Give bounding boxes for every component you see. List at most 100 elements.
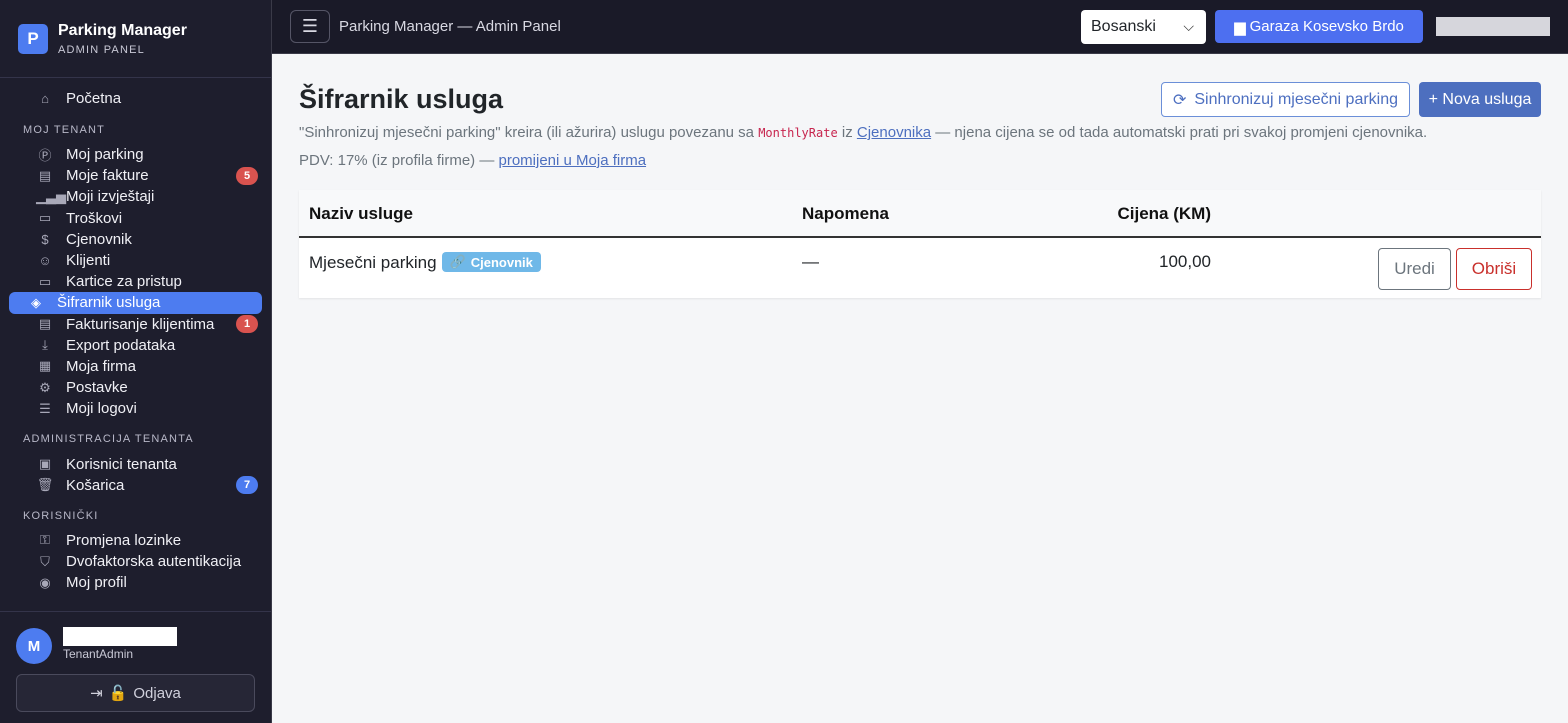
sidebar-item-label: Moja firma bbox=[66, 357, 137, 375]
sidebar-item-label: Promjena lozinke bbox=[66, 531, 182, 549]
sidebar-item-troskovi[interactable]: ▭ Troškovi bbox=[9, 208, 262, 229]
sidebar-item-postavke[interactable]: ⚙ Postavke bbox=[9, 377, 262, 398]
note-cell: — bbox=[802, 252, 819, 271]
logout-icon: ⇥ bbox=[90, 685, 103, 702]
chart-icon: ▁▃▅ bbox=[36, 188, 66, 204]
table-row: Mjesečni parking 🔗 Cjenovnik — 100,00 Ured… bbox=[299, 238, 1541, 298]
moja-firma-link[interactable]: promijeni u Moja firma bbox=[499, 152, 647, 169]
sync-label: Sinhronizuj mjesečni parking bbox=[1194, 90, 1399, 108]
log-icon: ☰ bbox=[39, 400, 51, 416]
invoice-icon: ▤ bbox=[38, 167, 52, 183]
garage-icon: ▆ bbox=[1234, 18, 1246, 36]
sidebar-item-label: Postavke bbox=[66, 379, 128, 397]
parking-icon: Ⓟ bbox=[38, 148, 52, 164]
cjenovnik-link[interactable]: Cjenovnika bbox=[857, 124, 931, 141]
count-badge: 5 bbox=[236, 166, 258, 185]
column-header-note: Napomena bbox=[802, 204, 889, 223]
services-table: Naziv usluge Napomena Cijena (KM) Mjeseč… bbox=[299, 190, 1541, 298]
sidebar-item-label: Fakturisanje klijentima bbox=[66, 315, 215, 333]
sidebar-item-label: Dvofaktorska autentikacija bbox=[66, 553, 242, 571]
service-name: Mjesečni parking bbox=[309, 253, 437, 272]
sidebar-item-moji-izvjestaji[interactable]: ▁▃▅ Moji izvještaji bbox=[9, 186, 262, 207]
pdv-text: PDV: 17% (iz profila firme) — bbox=[299, 152, 495, 169]
sidebar-item-moje-fakture[interactable]: ▤ Moje fakture 5 bbox=[9, 165, 262, 186]
sidebar-item-label: Početna bbox=[66, 89, 122, 107]
sidebar-item-klijenti[interactable]: ☺ Klijenti bbox=[9, 250, 262, 271]
brand[interactable]: P Parking Manager ADMIN PANEL bbox=[0, 0, 271, 78]
sidebar-item-moj-profil[interactable]: ◉ Moj profil bbox=[9, 572, 262, 593]
sidebar-item-sifrarnik-usluga[interactable]: ◈ Šifrarnik usluga bbox=[9, 292, 262, 314]
brand-title: Parking Manager bbox=[58, 21, 187, 39]
topbar: ☰ Parking Manager — Admin Panel Bosanski… bbox=[272, 0, 1568, 54]
sidebar-item-kartice[interactable]: ▭ Kartice za pristup bbox=[9, 271, 262, 292]
section-title-korisnicki: KORISNIČKI bbox=[23, 509, 99, 522]
sidebar-item-promjena-lozinke[interactable]: ⚿ Promjena lozinke bbox=[9, 530, 262, 551]
sidebar-item-fakturisanje[interactable]: ▤ Fakturisanje klijentima 1 bbox=[9, 314, 262, 335]
logout-button[interactable]: ⇥ 🔓 Odjava bbox=[16, 674, 255, 712]
user-badge-icon: ▣ bbox=[38, 456, 52, 472]
sidebar-item-label: Cjenovnik bbox=[66, 230, 132, 248]
description: "Sinhronizuj mjesečni parking" kreira (i… bbox=[299, 124, 1427, 141]
section-title-moj-tenant: MOJ TENANT bbox=[23, 124, 106, 136]
sidebar-item-moja-firma[interactable]: ▦ Moja firma bbox=[9, 356, 262, 377]
sidebar-item-export[interactable]: ⤓ Export podataka bbox=[9, 335, 262, 356]
logout-label: Odjava bbox=[133, 684, 181, 702]
language-select[interactable]: Bosanski ⌵ bbox=[1081, 10, 1206, 44]
garage-label: Garaza Kosevsko Brdo bbox=[1249, 18, 1404, 35]
lock-icon: 🔓 bbox=[108, 685, 128, 702]
chevron-down-icon: ⌵ bbox=[1183, 18, 1194, 34]
brand-logo: P bbox=[18, 23, 48, 54]
sync-icon: ⟳ bbox=[1172, 91, 1187, 109]
sidebar-item-2fa[interactable]: ⛉ Dvofaktorska autentikacija bbox=[9, 551, 262, 572]
card-icon: ▭ bbox=[38, 273, 52, 289]
user-name-redacted bbox=[63, 627, 177, 646]
people-icon: ☺ bbox=[38, 253, 52, 269]
column-header-name: Naziv usluge bbox=[309, 204, 413, 223]
shield-icon: ⛉ bbox=[40, 553, 50, 569]
home-icon: ⌂ bbox=[41, 90, 49, 106]
sidebar-item-label: Košarica bbox=[66, 476, 125, 494]
cash-icon: ▭ bbox=[38, 210, 52, 226]
gear-icon: ⚙ bbox=[39, 379, 51, 395]
sync-monthly-parking-button[interactable]: ⟳ Sinhronizuj mjesečni parking bbox=[1161, 82, 1410, 117]
desc-code: MonthlyRate bbox=[758, 126, 838, 140]
sidebar-item-label: Moji izvještaji bbox=[66, 188, 155, 206]
user-box: M TenantAdmin ⇥ 🔓 Odjava bbox=[0, 611, 271, 723]
sidebar-item-label: Moje fakture bbox=[66, 167, 149, 185]
desc-text-1: "Sinhronizuj mjesečni parking" kreira (i… bbox=[299, 124, 755, 141]
receipt-icon: ▤ bbox=[38, 316, 52, 332]
page-title: Šifrarnik usluga bbox=[299, 84, 504, 114]
sidebar-item-label: Šifrarnik usluga bbox=[57, 294, 161, 312]
user-role: TenantAdmin bbox=[63, 647, 134, 661]
column-header-price: Cijena (KM) bbox=[1117, 204, 1212, 223]
sidebar-nav: ⌂ Početna MOJ TENANT Ⓟ Moj parking ▤ Moj… bbox=[0, 86, 271, 593]
sidebar-item-label: Troškovi bbox=[66, 209, 123, 227]
person-circle-icon: ◉ bbox=[39, 574, 51, 590]
sidebar-item-pocetna[interactable]: ⌂ Početna bbox=[9, 86, 262, 110]
coins-icon: $ bbox=[41, 231, 49, 247]
link-icon: 🔗 bbox=[449, 254, 466, 269]
delete-button[interactable]: Obriši bbox=[1456, 248, 1532, 290]
sidebar-item-cjenovnik[interactable]: $ Cjenovnik bbox=[9, 229, 262, 250]
menu-toggle-button[interactable]: ☰ bbox=[290, 10, 330, 43]
sidebar-item-label: Moji logovi bbox=[66, 400, 137, 418]
table-header: Naziv usluge Napomena Cijena (KM) bbox=[299, 190, 1541, 238]
trash-icon: 🗑 bbox=[36, 477, 54, 493]
garage-button[interactable]: ▆ Garaza Kosevsko Brdo bbox=[1215, 10, 1423, 43]
sidebar-item-label: Kartice za pristup bbox=[66, 273, 182, 291]
brand-subtitle: ADMIN PANEL bbox=[58, 43, 145, 56]
topbar-user-redacted[interactable] bbox=[1436, 17, 1550, 36]
topbar-title: Parking Manager — Admin Panel bbox=[339, 18, 561, 35]
desc-text-3: — njena cijena se od tada automatski pra… bbox=[935, 124, 1428, 141]
sidebar-item-label: Moj parking bbox=[66, 146, 144, 164]
sidebar-item-moji-logovi[interactable]: ☰ Moji logovi bbox=[9, 398, 262, 419]
cjenovnik-tag: 🔗 Cjenovnik bbox=[441, 252, 541, 272]
edit-button[interactable]: Uredi bbox=[1378, 248, 1451, 290]
sidebar-item-korisnici-tenanta[interactable]: ▣ Korisnici tenanta bbox=[9, 453, 262, 474]
language-value: Bosanski bbox=[1091, 18, 1156, 35]
count-badge: 1 bbox=[236, 315, 258, 334]
new-service-button[interactable]: + Nova usluga bbox=[1419, 82, 1541, 117]
sidebar-item-kosarica[interactable]: 🗑 Košarica 7 bbox=[9, 475, 262, 496]
sidebar-item-moj-parking[interactable]: Ⓟ Moj parking bbox=[9, 144, 262, 165]
tag-label: Cjenovnik bbox=[470, 254, 533, 270]
